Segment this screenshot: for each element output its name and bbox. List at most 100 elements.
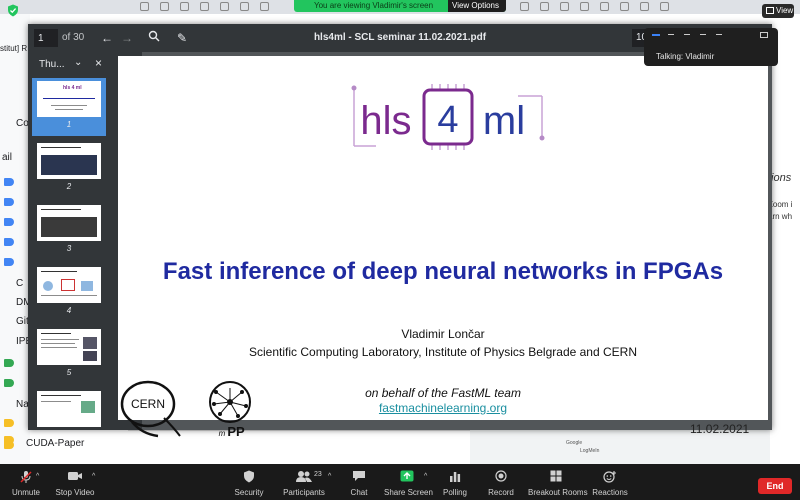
tab-icon[interactable] [180,2,189,11]
tab-icon[interactable] [660,2,669,11]
map-label: Google [566,440,583,446]
sidebar-item[interactable]: Na [16,399,29,410]
sidebar-item[interactable]: Co [16,118,29,129]
polling-button[interactable]: Polling [440,464,470,500]
logo-text-ml: ml [483,99,525,143]
thumbnail-page-5[interactable]: 5 [32,326,106,384]
thumbnail-page-3[interactable]: 3 [32,202,106,260]
sidebar-item[interactable]: ail [2,152,12,163]
label-tag-icon [4,218,14,226]
tab-icon[interactable] [200,2,209,11]
pdf-viewer: of 30 ← → ✎ hls4ml - SCL seminar 11.02.2… [28,24,772,439]
tab-icon[interactable] [540,2,549,11]
shared-screen: ecent stitut] R Co ail C [0,0,800,500]
separator-icon [684,34,690,35]
view-button[interactable]: View [762,4,794,18]
tab-icon[interactable] [240,2,249,11]
chevron-up-icon[interactable]: ^ [92,473,95,480]
breakout-rooms-icon [528,470,584,484]
sidebar-item[interactable]: C [16,278,23,289]
minimize-icon[interactable] [668,34,674,35]
mpp-logo: m PP [209,381,251,439]
zoom-meeting-toolbar: Unmute ^ Stop Video ^ Security 23 Partic… [0,464,800,500]
participants-button[interactable]: 23 Participants [282,464,326,500]
smiley-plus-icon [592,470,628,484]
tab-icon[interactable] [560,2,569,11]
active-speaker-panel[interactable]: Talking: Vladimir [644,28,778,66]
chevron-up-icon[interactable]: ^ [328,473,331,480]
thumbnail-preview [37,143,101,179]
tab-icon[interactable] [260,2,269,11]
tab-icon[interactable] [620,2,629,11]
sidebar-item[interactable]: Git [16,316,29,327]
breakout-rooms-button[interactable]: Breakout Rooms [528,464,588,500]
record-icon [486,470,516,484]
unmute-button[interactable]: Unmute [6,464,46,500]
reactions-button[interactable]: Reactions [592,464,628,500]
logo-text-hls: hls [360,99,411,143]
thumbnail-number: 1 [66,120,72,129]
label-tag-icon [4,419,14,427]
tab-icon[interactable] [160,2,169,11]
grid-view-icon [766,7,774,14]
tab-icon[interactable] [140,2,149,11]
chevron-up-icon[interactable]: ^ [424,473,427,480]
chevron-up-icon[interactable]: ^ [36,473,39,480]
map-label: LogMeIn [580,448,600,454]
slide-title: Fast inference of deep neural networks i… [162,258,724,285]
author-affiliation: Scientific Computing Laboratory, Institu… [249,345,637,359]
microphone-muted-icon [6,470,46,484]
thumbnail-page-2[interactable]: 2 [32,140,106,198]
cern-logo: CERN [120,380,181,438]
reactions-label: Reactions [592,488,628,497]
thumbnail-page-4[interactable]: 4 [32,264,106,322]
chat-button[interactable]: Chat [344,464,374,500]
thumbnail-preview: hls 4 ml [37,81,101,117]
thumbnail-number: 2 [66,182,72,191]
thumbnails-label: Thu... [39,59,65,70]
logo-text-4: 4 [437,99,458,141]
talking-label: Talking: Vladimir [656,52,715,61]
sidebar-item-cuda-paper[interactable]: CUDA-Paper [26,438,84,449]
thumbnail-preview [37,391,101,427]
thumbnail-page-1[interactable]: hls 4 ml 1 [32,78,106,136]
unmute-label: Unmute [11,488,40,497]
bar-chart-icon [440,470,470,484]
chat-bubble-icon [344,470,374,484]
thumbnail-number: 4 [66,306,72,315]
thumbnail-page-6[interactable]: 6 [32,388,106,430]
stop-video-button[interactable]: Stop Video [52,464,98,500]
speaker-view-icon[interactable] [652,34,660,36]
sidebar-fragment: stitut] R [0,44,28,53]
mpp-logo-text: PP [227,424,245,439]
thumbnail-preview [37,205,101,241]
end-meeting-button[interactable]: End [758,478,792,494]
tab-icon[interactable] [640,2,649,11]
separator-icon [700,34,706,35]
author-name: Vladimir Lončar [401,327,485,341]
thumbnail-preview [37,329,101,365]
share-screen-label: Share Screen [384,488,433,497]
shield-icon [230,470,268,484]
record-button[interactable]: Record [486,464,516,500]
mpp-logo-prefix: m [219,429,226,438]
tab-icon[interactable] [220,2,229,11]
view-options-button[interactable]: View Options ⌄ [448,0,506,19]
tab-icon[interactable] [600,2,609,11]
mail-sidebar: stitut] R Co ail C DM Git IPE Na [0,14,32,464]
thumbnail-number: 3 [66,244,72,253]
thumbnail-preview [37,267,101,303]
tab-icon[interactable] [520,2,529,11]
tab-icon[interactable] [580,2,589,11]
hls4ml-logo: hls 4 ml [351,84,545,150]
security-button[interactable]: Security [230,464,268,500]
layout-icon[interactable] [760,32,768,38]
chevron-down-icon[interactable]: ⌄ [74,57,82,68]
close-icon[interactable]: × [95,56,102,70]
shield-icon[interactable] [7,4,19,17]
speaker-panel-controls [644,28,778,42]
slide-date: 11.02.2021 [690,422,750,436]
view-button-label: View [776,6,794,15]
share-screen-button[interactable]: Share Screen [384,464,433,500]
cern-logo-text: CERN [131,397,165,411]
